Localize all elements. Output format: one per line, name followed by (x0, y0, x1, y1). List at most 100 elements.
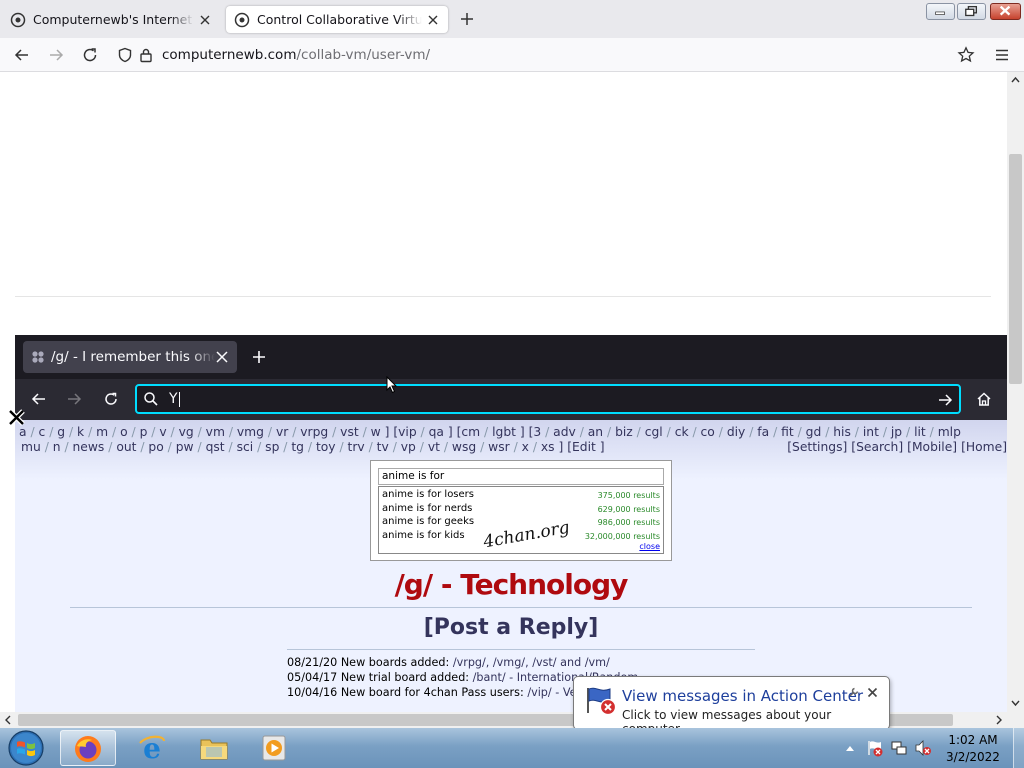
board-link-edit[interactable]: Edit (572, 440, 596, 454)
board-link-wsg[interactable]: wsg (452, 440, 476, 454)
minimize-button[interactable] (926, 3, 955, 20)
board-link-xs[interactable]: xs (541, 440, 555, 454)
board-link-sp[interactable]: sp (265, 440, 279, 454)
board-link-n[interactable]: n (53, 440, 61, 454)
news-link[interactable]: /vrpg/, /vmg/, /vst/ and /vm/ (453, 656, 610, 669)
board-link-x[interactable]: x (522, 440, 529, 454)
board-link-vst[interactable]: vst (340, 425, 359, 439)
board-link-lgbt[interactable]: lgbt (492, 425, 516, 439)
start-button-windows-icon[interactable] (6, 729, 46, 767)
taskbar-clock[interactable]: 1:02 AM 3/2/2022 (938, 732, 1008, 766)
vm-screen[interactable]: /g/ - I remember this one Y a / c / g / … (15, 335, 1007, 712)
restore-button[interactable] (957, 3, 986, 20)
board-link-vg[interactable]: vg (179, 425, 194, 439)
board-link-fit[interactable]: fit (781, 425, 794, 439)
taskbar-firefox[interactable] (60, 730, 116, 766)
board-link-toy[interactable]: toy (316, 440, 336, 454)
board-nav-settings[interactable]: [Settings] (787, 440, 847, 454)
scroll-right-icon[interactable] (995, 715, 1003, 725)
board-link-mlp[interactable]: mlp (938, 425, 961, 439)
board-link-jp[interactable]: jp (891, 425, 902, 439)
board-link-biz[interactable]: biz (615, 425, 633, 439)
scroll-left-icon[interactable] (4, 715, 12, 725)
scroll-up-icon[interactable] (1011, 76, 1020, 84)
vertical-scroll-thumb[interactable] (1009, 154, 1022, 384)
board-link-qst[interactable]: qst (206, 440, 225, 454)
board-link-o[interactable]: o (120, 425, 128, 439)
window-close-button[interactable] (990, 3, 1021, 20)
tab-computernewb-pub[interactable]: Computernewb's Internet Pub H (2, 6, 220, 33)
taskbar-explorer[interactable] (186, 730, 242, 766)
forward-arrow-icon[interactable] (66, 391, 82, 407)
board-link-v[interactable]: v (159, 425, 166, 439)
menu-hamburger-icon[interactable] (993, 46, 1011, 64)
board-link-lit[interactable]: lit (914, 425, 926, 439)
board-nav-mobile[interactable]: [Mobile] (907, 440, 957, 454)
board-link-tv[interactable]: tv (377, 440, 389, 454)
board-link-po[interactable]: po (148, 440, 163, 454)
board-link-g[interactable]: g (57, 425, 65, 439)
board-link-cm[interactable]: cm (461, 425, 480, 439)
network-icon[interactable] (890, 739, 908, 757)
tab-collab-vm[interactable]: Control Collaborative Virtual M (226, 6, 448, 33)
url-bar[interactable]: computernewb.com/collab-vm/user-vm/ (112, 41, 942, 69)
board-link-sci[interactable]: sci (237, 440, 254, 454)
board-link-pw[interactable]: pw (176, 440, 194, 454)
wrench-icon[interactable] (848, 687, 859, 698)
board-link-vr[interactable]: vr (276, 425, 288, 439)
board-link-gd[interactable]: gd (806, 425, 822, 439)
board-nav-home[interactable]: [Home] (961, 440, 1007, 454)
board-link-fa[interactable]: fa (757, 425, 769, 439)
back-arrow-icon[interactable] (13, 46, 31, 64)
board-link-an[interactable]: an (588, 425, 603, 439)
close-icon[interactable] (198, 13, 212, 27)
board-link-vm[interactable]: vm (206, 425, 225, 439)
board-link-out[interactable]: out (116, 440, 136, 454)
board-link-cgl[interactable]: cgl (645, 425, 663, 439)
action-center-tray-icon[interactable] (866, 739, 884, 757)
scroll-down-icon[interactable] (1011, 699, 1020, 707)
vm-tab-g[interactable]: /g/ - I remember this one (23, 341, 237, 373)
action-center-notification[interactable]: View messages in Action Center Click to … (573, 676, 890, 736)
board-link-news[interactable]: news (73, 440, 105, 454)
board-link-w[interactable]: w (371, 425, 381, 439)
vm-url-input[interactable]: Y (135, 384, 961, 414)
board-link-ck[interactable]: ck (675, 425, 689, 439)
show-hidden-icons-arrow-icon[interactable] (845, 745, 855, 752)
close-icon[interactable] (426, 13, 440, 27)
board-link-vt[interactable]: vt (428, 440, 440, 454)
close-icon[interactable] (215, 350, 229, 364)
board-link-m[interactable]: m (96, 425, 108, 439)
board-link-int[interactable]: int (863, 425, 879, 439)
board-link-wsr[interactable]: wsr (488, 440, 510, 454)
board-link-vip[interactable]: vip (398, 425, 417, 439)
board-nav-search[interactable]: [Search] (851, 440, 903, 454)
bookmark-star-icon[interactable] (957, 46, 975, 64)
back-arrow-icon[interactable] (31, 391, 47, 407)
board-link-diy[interactable]: diy (727, 425, 746, 439)
board-link-a[interactable]: a (19, 425, 27, 439)
board-link-adv[interactable]: adv (553, 425, 576, 439)
board-link-tg[interactable]: tg (291, 440, 304, 454)
board-link-vmg[interactable]: vmg (237, 425, 264, 439)
show-desktop-button[interactable] (1013, 728, 1024, 768)
board-link-vrpg[interactable]: vrpg (300, 425, 328, 439)
banner-image[interactable]: anime is for anime is for losers 375,000 … (370, 460, 672, 561)
board-link-vp[interactable]: vp (401, 440, 416, 454)
go-arrow-icon[interactable] (937, 392, 953, 408)
lock-icon[interactable] (138, 47, 154, 63)
reload-icon[interactable] (103, 391, 119, 407)
board-link-co[interactable]: co (701, 425, 715, 439)
new-tab-plus-icon[interactable] (251, 349, 267, 365)
home-icon[interactable] (976, 391, 992, 407)
taskbar-media-player[interactable] (246, 730, 302, 766)
forward-arrow-icon[interactable] (47, 46, 65, 64)
taskbar-internet-explorer[interactable]: e (124, 730, 180, 766)
post-reply-link[interactable]: [Post a Reply] (15, 615, 1007, 640)
reload-icon[interactable] (81, 46, 99, 64)
board-link-mu[interactable]: mu (21, 440, 41, 454)
new-tab-plus-icon[interactable] (458, 10, 476, 28)
board-link-trv[interactable]: trv (348, 440, 365, 454)
board-link-qa[interactable]: qa (429, 425, 444, 439)
shield-icon[interactable] (117, 47, 133, 63)
